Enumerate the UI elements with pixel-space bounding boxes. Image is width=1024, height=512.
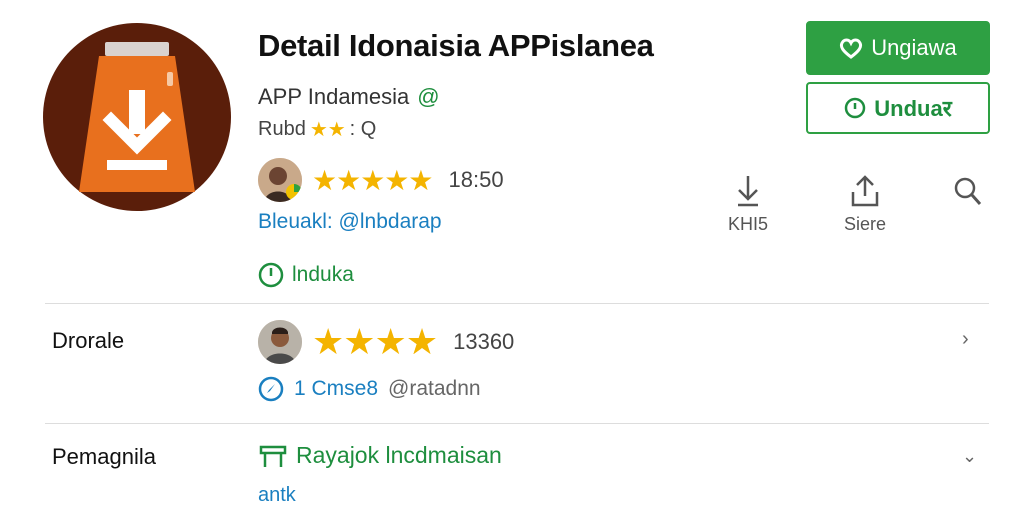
download-action-label: KHI5 bbox=[727, 214, 769, 234]
status-text: lnduka bbox=[292, 263, 354, 286]
section-line-1-text[interactable]: Rayajok lncdmaisan bbox=[296, 442, 502, 469]
download-box-icon bbox=[79, 42, 195, 192]
avatar bbox=[258, 158, 302, 202]
section-review-row: ★★★★★ 13360 bbox=[258, 320, 514, 364]
rating-prefix: Rubd bbox=[258, 118, 306, 140]
rating-suffix: : Q bbox=[349, 118, 377, 140]
verified-icon: @ bbox=[417, 84, 440, 109]
download-button-label: Unduaर bbox=[874, 96, 952, 121]
rating-stars: ★★★★★★ bbox=[312, 164, 434, 196]
section-line-2[interactable]: antk bbox=[258, 484, 296, 507]
search-action[interactable] bbox=[928, 174, 1008, 208]
primary-button-label: Ungiawa bbox=[871, 35, 957, 60]
section-label-pemagnila: Pemagnila bbox=[52, 444, 156, 469]
rating-stars: ★★★★★ bbox=[312, 321, 438, 362]
app-icon bbox=[43, 23, 231, 211]
clock-icon bbox=[845, 97, 866, 119]
compass-icon bbox=[258, 376, 284, 402]
share-action[interactable]: Siere bbox=[825, 174, 905, 235]
review-link[interactable]: Bleuakl: @lnbdarap bbox=[258, 210, 442, 234]
section-label-drorale: Drorale bbox=[52, 328, 125, 353]
download-button[interactable]: Unduaर bbox=[806, 82, 990, 134]
share-icon bbox=[851, 175, 879, 207]
chevron-down-icon[interactable]: ⌄ bbox=[962, 446, 977, 467]
divider bbox=[45, 303, 989, 304]
top-review-row: ★★★★★★ 18:50 bbox=[258, 158, 504, 202]
developer-line: APP Indamesia @ bbox=[258, 84, 440, 110]
review-count: 18:50 bbox=[448, 167, 504, 192]
section-meta-a[interactable]: 1 Cmse8 bbox=[294, 377, 378, 401]
divider bbox=[45, 423, 989, 424]
clock-icon bbox=[258, 262, 284, 288]
chat-heart-icon bbox=[840, 38, 863, 59]
section-meta: 1 Cmse8 @ratadnn bbox=[258, 376, 481, 402]
shop-icon bbox=[259, 445, 287, 467]
search-icon bbox=[954, 177, 982, 205]
download-icon bbox=[738, 176, 758, 207]
app-title: Detail Idonaisia APPislanea bbox=[258, 28, 654, 63]
chevron-right-icon[interactable]: › bbox=[962, 328, 969, 351]
review-count: 13360 bbox=[453, 329, 515, 354]
status-line: lnduka bbox=[258, 262, 354, 288]
rating-summary: Rubd ★★ : Q bbox=[258, 117, 376, 142]
developer-name[interactable]: APP Indamesia bbox=[258, 84, 409, 110]
download-action[interactable]: KHI5 bbox=[708, 174, 788, 235]
star-icon: ★★ bbox=[309, 119, 346, 141]
avatar bbox=[258, 320, 302, 364]
section-meta-b: @ratadnn bbox=[388, 377, 481, 400]
primary-install-button[interactable]: Ungiawa bbox=[806, 21, 990, 75]
share-action-label: Siere bbox=[843, 214, 887, 234]
section-line-1: Rayajok lncdmaisan bbox=[258, 442, 502, 469]
